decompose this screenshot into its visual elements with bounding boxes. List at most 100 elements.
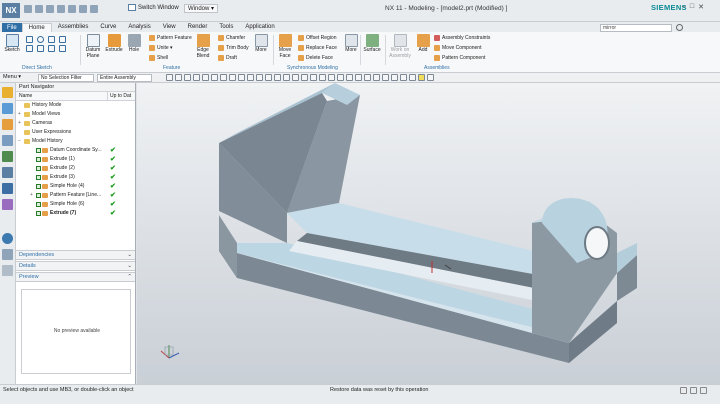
tree-row[interactable]: History Mode xyxy=(16,101,135,110)
tree-row[interactable]: Extrude (7) ✔ xyxy=(16,209,135,218)
pan-icon[interactable] xyxy=(319,74,326,81)
system-materials-icon[interactable] xyxy=(2,199,13,210)
surface-button[interactable]: Surface xyxy=(363,34,381,54)
assembly-navigator-icon[interactable] xyxy=(2,87,13,98)
view-triad[interactable] xyxy=(160,345,180,359)
constraint-navigator-icon[interactable] xyxy=(2,103,13,114)
bounded-grid-icon[interactable] xyxy=(292,74,299,81)
graphics-window[interactable] xyxy=(137,83,720,384)
redo-icon[interactable] xyxy=(46,5,54,13)
close-icon[interactable]: ✕ xyxy=(698,3,704,11)
column-name[interactable]: Name xyxy=(16,92,108,100)
rectangle-icon[interactable] xyxy=(26,45,33,52)
model-viewport[interactable] xyxy=(137,83,720,384)
snap-point-icon[interactable] xyxy=(166,74,173,81)
zoom-icon[interactable] xyxy=(310,74,317,81)
hole-button[interactable]: Hole xyxy=(125,34,143,54)
chamfer-button[interactable]: Chamfer xyxy=(218,35,245,41)
existing-point-icon[interactable] xyxy=(265,74,272,81)
overflow-icon[interactable] xyxy=(427,74,434,81)
render-style-icon[interactable] xyxy=(346,74,353,81)
point-icon[interactable] xyxy=(37,45,44,52)
switch-window-button[interactable]: Switch Window xyxy=(128,4,179,11)
selection-scope-dropdown[interactable]: Entire Assembly xyxy=(97,74,152,82)
tree-row[interactable]: + Model Views xyxy=(16,110,135,119)
preview-panel-header[interactable]: Preview ⌃ xyxy=(16,272,135,282)
tab-tools[interactable]: Tools xyxy=(213,23,239,32)
visibility-checkbox[interactable] xyxy=(36,166,41,171)
line-icon[interactable] xyxy=(48,36,55,43)
profile-icon[interactable] xyxy=(26,36,33,43)
edit-section-icon[interactable] xyxy=(355,74,362,81)
select-face-icon[interactable] xyxy=(175,74,182,81)
orient-view-icon[interactable] xyxy=(337,74,344,81)
fullscreen-icon[interactable] xyxy=(680,387,687,394)
tab-analysis[interactable]: Analysis xyxy=(122,23,156,32)
hd3d-tools-icon[interactable] xyxy=(2,151,13,162)
visibility-checkbox[interactable] xyxy=(36,193,41,198)
tab-view[interactable]: View xyxy=(157,23,182,32)
visibility-checkbox[interactable] xyxy=(36,184,41,189)
display-part-icon[interactable] xyxy=(391,74,398,81)
roles-icon[interactable] xyxy=(2,265,13,276)
column-up-to-date[interactable]: Up to Dat xyxy=(108,92,135,100)
tree-row[interactable]: Extrude (2) ✔ xyxy=(16,164,135,173)
work-layer-icon[interactable] xyxy=(382,74,389,81)
tree-row[interactable]: − Model History xyxy=(16,137,135,146)
cut-icon[interactable] xyxy=(57,5,65,13)
feature-more-button[interactable]: More xyxy=(252,34,270,54)
repeat-command-icon[interactable] xyxy=(90,5,98,13)
tab-assemblies[interactable]: Assemblies xyxy=(52,23,95,32)
tab-file[interactable]: File xyxy=(2,23,22,32)
fit-view-icon[interactable] xyxy=(301,74,308,81)
point-on-curve-icon[interactable] xyxy=(274,74,281,81)
window-menu[interactable]: Window ▾ xyxy=(184,4,219,13)
tree-row[interactable]: Extrude (1) ✔ xyxy=(16,155,135,164)
endpoint-icon[interactable] xyxy=(211,74,218,81)
menu-button[interactable]: Menu ▾ xyxy=(3,74,21,80)
move-component-button[interactable]: Move Component xyxy=(434,45,481,51)
select-edge-icon[interactable] xyxy=(193,74,200,81)
pattern-feature-button[interactable]: Pattern Feature xyxy=(149,35,192,41)
add-component-button[interactable]: Add xyxy=(414,34,432,54)
tab-curve[interactable]: Curve xyxy=(94,23,122,32)
tree-row[interactable]: Simple Hole (4) ✔ xyxy=(16,182,135,191)
minimize-icon[interactable]: – xyxy=(682,3,686,11)
save-icon[interactable] xyxy=(24,5,32,13)
quadrant-icon[interactable] xyxy=(256,74,263,81)
command-search-input[interactable]: mirror xyxy=(600,24,672,32)
circle-icon[interactable] xyxy=(37,36,44,43)
offset-region-button[interactable]: Offset Region xyxy=(298,35,336,41)
process-studio-icon[interactable] xyxy=(2,249,13,260)
tab-render[interactable]: Render xyxy=(182,23,214,32)
maximize-icon[interactable]: □ xyxy=(690,3,694,11)
visibility-checkbox[interactable] xyxy=(36,148,41,153)
paste-icon[interactable] xyxy=(79,5,87,13)
tree-row[interactable]: + Pattern Feature [Line... ✔ xyxy=(16,191,135,200)
copy-icon[interactable] xyxy=(68,5,76,13)
arc-center-icon[interactable] xyxy=(247,74,254,81)
point-on-face-icon[interactable] xyxy=(283,74,290,81)
show-hide-icon[interactable] xyxy=(364,74,371,81)
trim-body-button[interactable]: Trim Body xyxy=(218,45,249,51)
fillet-icon[interactable] xyxy=(48,45,55,52)
selection-filter-dropdown[interactable]: No Selection Filter xyxy=(38,74,94,82)
control-point-icon[interactable] xyxy=(229,74,236,81)
pattern-component-button[interactable]: Pattern Component xyxy=(434,55,485,61)
settings-icon[interactable] xyxy=(700,387,707,394)
midpoint-icon[interactable] xyxy=(220,74,227,81)
tree-row[interactable]: Datum Coordinate Sy... ✔ xyxy=(16,146,135,155)
select-curve-icon[interactable] xyxy=(202,74,209,81)
edge-blend-button[interactable]: Edge Blend xyxy=(194,34,212,59)
grid-icon[interactable] xyxy=(690,387,697,394)
datum-plane-button[interactable]: Datum Plane xyxy=(84,34,102,59)
rotate-icon[interactable] xyxy=(328,74,335,81)
trim-icon[interactable] xyxy=(59,45,66,52)
sync-more-button[interactable]: More xyxy=(342,34,360,54)
shell-button[interactable]: Shell xyxy=(149,55,168,61)
intersection-icon[interactable] xyxy=(238,74,245,81)
assembly-constraints-button[interactable]: Assembly Constraints xyxy=(434,35,490,41)
visibility-checkbox[interactable] xyxy=(36,175,41,180)
tree-row[interactable]: Simple Hole (6) ✔ xyxy=(16,200,135,209)
replace-face-button[interactable]: Replace Face xyxy=(298,45,337,51)
